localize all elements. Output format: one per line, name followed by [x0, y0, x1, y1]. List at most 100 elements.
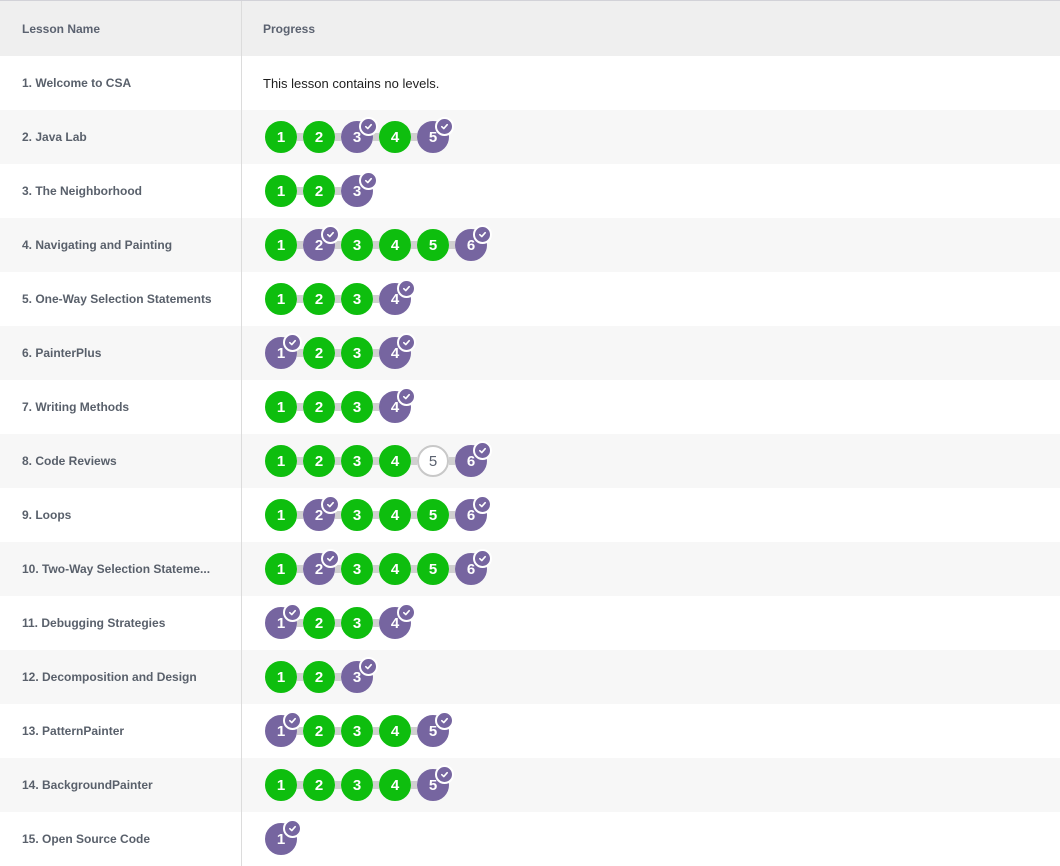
level-bubble-perfect[interactable]: 3: [341, 607, 373, 639]
level-bubble-assessed[interactable]: 1: [265, 819, 302, 855]
level-bubble-perfect[interactable]: 4: [379, 445, 411, 477]
lesson-name-cell[interactable]: 4. Navigating and Painting: [0, 218, 242, 272]
level-bubble-assessed[interactable]: 1: [265, 711, 302, 747]
level-bubble-empty[interactable]: 5: [417, 445, 449, 477]
level-bubble-perfect[interactable]: 2: [303, 391, 335, 423]
lesson-name[interactable]: 6. PainterPlus: [22, 346, 101, 360]
level-bubble-assessed[interactable]: 5: [417, 711, 454, 747]
level-number: 1: [276, 560, 286, 578]
level-bubble-perfect[interactable]: 1: [265, 553, 297, 585]
level-bubble-perfect[interactable]: 3: [341, 769, 373, 801]
level-bubble-assessed[interactable]: 3: [341, 171, 378, 207]
level-bubble-perfect[interactable]: 4: [379, 121, 411, 153]
lesson-name-cell[interactable]: 2. Java Lab: [0, 110, 242, 164]
level-bubble-perfect[interactable]: 4: [379, 499, 411, 531]
level-bubble-perfect[interactable]: 2: [303, 337, 335, 369]
level-bubble-perfect[interactable]: 3: [341, 445, 373, 477]
lesson-name[interactable]: 3. The Neighborhood: [22, 184, 142, 198]
lesson-name-cell[interactable]: 7. Writing Methods: [0, 380, 242, 434]
level-bubble-perfect[interactable]: 5: [417, 553, 449, 585]
lesson-name[interactable]: 5. One-Way Selection Statements: [22, 292, 212, 306]
level-bubble-assessed[interactable]: 5: [417, 117, 454, 153]
level-bubble-assessed[interactable]: 6: [455, 495, 492, 531]
lesson-name[interactable]: 15. Open Source Code: [22, 832, 150, 846]
lesson-name-cell[interactable]: 1. Welcome to CSA: [0, 56, 242, 110]
lesson-name[interactable]: 1. Welcome to CSA: [22, 76, 131, 90]
table-row: 3. The Neighborhood 1 2 3: [0, 164, 1060, 218]
level-bubble-perfect[interactable]: 4: [379, 229, 411, 261]
lesson-name[interactable]: 10. Two-Way Selection Stateme...: [22, 562, 210, 576]
level-bubble-perfect[interactable]: 1: [265, 391, 297, 423]
level-bubble-perfect[interactable]: 2: [303, 445, 335, 477]
lesson-name-cell[interactable]: 11. Debugging Strategies: [0, 596, 242, 650]
level-bubble-perfect[interactable]: 4: [379, 715, 411, 747]
level-bubble-perfect[interactable]: 5: [417, 499, 449, 531]
level-bubble-perfect[interactable]: 2: [303, 661, 335, 693]
level-bubble-assessed[interactable]: 2: [303, 225, 340, 261]
lesson-name[interactable]: 9. Loops: [22, 508, 71, 522]
lesson-name-cell[interactable]: 12. Decomposition and Design: [0, 650, 242, 704]
level-bubble-perfect[interactable]: 2: [303, 607, 335, 639]
level-bubble-assessed[interactable]: 4: [379, 387, 416, 423]
lesson-name[interactable]: 12. Decomposition and Design: [22, 670, 197, 684]
level-bubble-perfect[interactable]: 5: [417, 229, 449, 261]
lesson-name[interactable]: 8. Code Reviews: [22, 454, 117, 468]
level-bubble-perfect[interactable]: 4: [379, 553, 411, 585]
level-bubble-perfect[interactable]: 1: [265, 229, 297, 261]
lesson-name-cell[interactable]: 14. BackgroundPainter: [0, 758, 242, 812]
level-bubble-perfect[interactable]: 1: [265, 175, 297, 207]
level-bubble-assessed[interactable]: 1: [265, 333, 302, 369]
level-bubble-perfect[interactable]: 3: [341, 229, 373, 261]
lesson-name-cell[interactable]: 8. Code Reviews: [0, 434, 242, 488]
lesson-name[interactable]: 7. Writing Methods: [22, 400, 129, 414]
level-bubble-perfect[interactable]: 4: [379, 769, 411, 801]
level-bubble-perfect[interactable]: 3: [341, 337, 373, 369]
level-bubble-perfect[interactable]: 1: [265, 445, 297, 477]
level-bubble-assessed[interactable]: 4: [379, 603, 416, 639]
lesson-name-cell[interactable]: 10. Two-Way Selection Stateme...: [0, 542, 242, 596]
level-bubble-assessed[interactable]: 3: [341, 657, 378, 693]
lesson-name-cell[interactable]: 13. PatternPainter: [0, 704, 242, 758]
level-bubble-assessed[interactable]: 2: [303, 549, 340, 585]
level-bubble-perfect[interactable]: 2: [303, 175, 335, 207]
level-bubbles: 123 4 56: [265, 495, 492, 531]
level-bubble-perfect[interactable]: 2: [303, 121, 335, 153]
lesson-name[interactable]: 4. Navigating and Painting: [22, 238, 172, 252]
level-bubble-assessed[interactable]: 6: [455, 441, 492, 477]
lesson-name-cell[interactable]: 3. The Neighborhood: [0, 164, 242, 218]
level-bubble-perfect[interactable]: 1: [265, 121, 297, 153]
level-bubble-perfect[interactable]: 1: [265, 499, 297, 531]
lesson-name[interactable]: 13. PatternPainter: [22, 724, 124, 738]
checkmark-icon: [473, 441, 492, 460]
level-bubble-perfect[interactable]: 2: [303, 769, 335, 801]
level-bubble-assessed[interactable]: 1: [265, 603, 302, 639]
level-bubble-perfect[interactable]: 3: [341, 499, 373, 531]
level-number: 4: [390, 560, 400, 578]
level-bubble-assessed[interactable]: 6: [455, 225, 492, 261]
level-bubble-perfect[interactable]: 1: [265, 769, 297, 801]
level-bubble-assessed[interactable]: 2: [303, 495, 340, 531]
level-bubble-perfect[interactable]: 2: [303, 715, 335, 747]
lesson-name[interactable]: 2. Java Lab: [22, 130, 87, 144]
lesson-name[interactable]: 14. BackgroundPainter: [22, 778, 153, 792]
lesson-name-cell[interactable]: 9. Loops: [0, 488, 242, 542]
level-bubble-perfect[interactable]: 2: [303, 283, 335, 315]
lesson-name-cell[interactable]: 5. One-Way Selection Statements: [0, 272, 242, 326]
level-bubble-assessed[interactable]: 5: [417, 765, 454, 801]
level-bubbles: 1 2 3 45: [265, 765, 454, 801]
lesson-name-cell[interactable]: 15. Open Source Code: [0, 812, 242, 866]
lesson-name-header[interactable]: Lesson Name: [0, 1, 242, 56]
level-bubble-perfect[interactable]: 1: [265, 661, 297, 693]
lesson-name-cell[interactable]: 6. PainterPlus: [0, 326, 242, 380]
progress-cell: This lesson contains no levels.: [242, 56, 1060, 110]
level-bubble-assessed[interactable]: 3: [341, 117, 378, 153]
level-bubble-perfect[interactable]: 3: [341, 391, 373, 423]
lesson-name[interactable]: 11. Debugging Strategies: [22, 616, 165, 630]
level-bubble-perfect[interactable]: 1: [265, 283, 297, 315]
level-bubble-assessed[interactable]: 6: [455, 549, 492, 585]
level-bubble-perfect[interactable]: 3: [341, 283, 373, 315]
level-bubble-perfect[interactable]: 3: [341, 553, 373, 585]
level-bubble-assessed[interactable]: 4: [379, 279, 416, 315]
level-bubble-perfect[interactable]: 3: [341, 715, 373, 747]
level-bubble-assessed[interactable]: 4: [379, 333, 416, 369]
